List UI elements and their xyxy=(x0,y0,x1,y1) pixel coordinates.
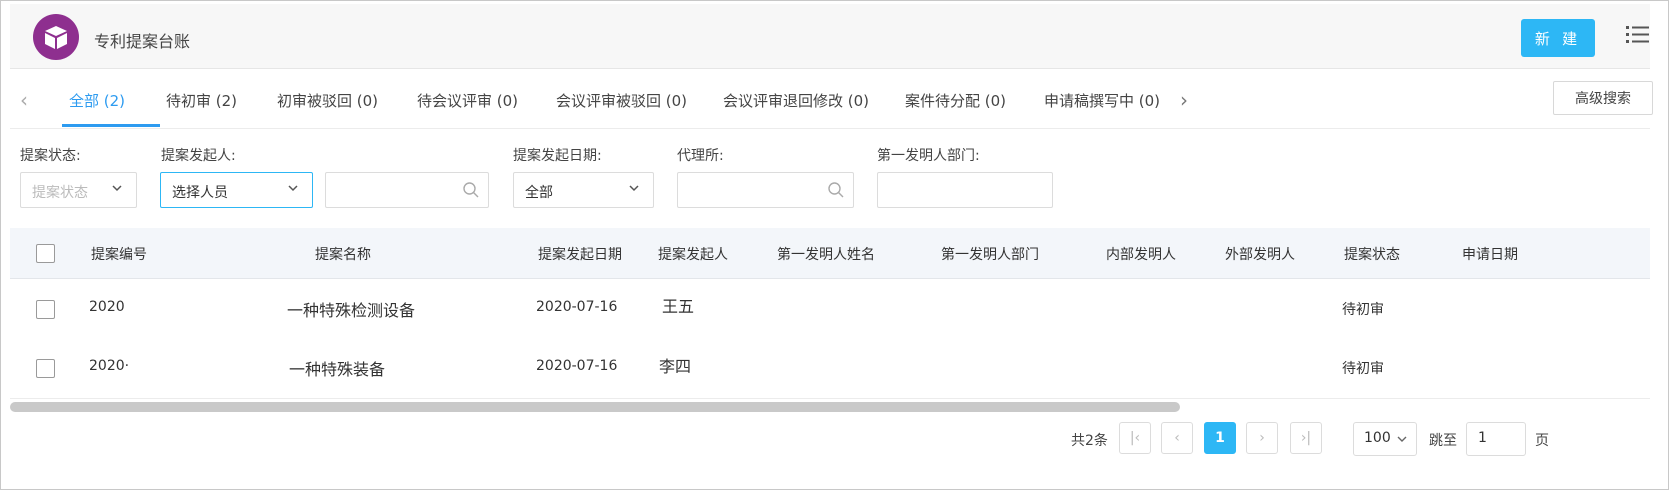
row-checkbox[interactable] xyxy=(36,300,55,319)
initiator-filter-label: 提案发起人: xyxy=(161,148,236,164)
list-menu-icon[interactable] xyxy=(1626,24,1650,46)
total-count: 共2条 xyxy=(1071,433,1108,449)
tab-initial-rejected[interactable]: 初审被驳回 (0) xyxy=(277,90,378,111)
active-tab-indicator xyxy=(62,124,160,127)
tab-pending-meeting-review[interactable]: 待会议评审 (0) xyxy=(417,90,518,111)
cell-status: 待初审 xyxy=(1342,361,1384,377)
initiator-select[interactable]: 选择人员 xyxy=(160,172,313,208)
column-header[interactable]: 第一发明人姓名 xyxy=(777,244,875,264)
search-icon[interactable] xyxy=(462,181,480,199)
column-header[interactable]: 提案发起人 xyxy=(658,244,728,264)
advanced-search-button[interactable]: 高级搜索 xyxy=(1553,81,1653,115)
page-header: 专利提案台账 新 建 xyxy=(10,4,1650,69)
horizontal-scrollbar[interactable] xyxy=(10,402,1180,412)
tab-meeting-rejected[interactable]: 会议评审被驳回 (0) xyxy=(556,90,687,111)
tab-all[interactable]: 全部 (2) xyxy=(69,90,125,111)
column-header[interactable]: 提案编号 xyxy=(91,244,147,264)
column-header[interactable]: 申请日期 xyxy=(1462,244,1518,264)
column-header[interactable]: 提案发起日期 xyxy=(538,244,622,264)
next-page-icon[interactable]: › xyxy=(1246,422,1278,454)
page-size-value: 100 xyxy=(1364,430,1391,446)
date-filter-label: 提案发起日期: xyxy=(513,148,602,164)
search-icon[interactable] xyxy=(827,181,845,199)
page-number-button[interactable]: 1 xyxy=(1204,422,1236,454)
cell-proposal-id: 2020· xyxy=(89,358,130,374)
initiator-search-input[interactable] xyxy=(325,172,489,208)
cell-initiate-date: 2020-07-16 xyxy=(536,299,618,315)
cell-proposal-name[interactable]: 一种特殊检测设备 xyxy=(287,297,415,321)
tab-drafting[interactable]: 申请稿撰写中 (0) xyxy=(1044,90,1160,111)
select-all-checkbox[interactable] xyxy=(36,244,55,263)
row-checkbox[interactable] xyxy=(36,359,55,378)
app-logo-icon xyxy=(33,14,79,60)
status-select-placeholder: 提案状态 xyxy=(32,185,88,201)
column-header[interactable]: 提案状态 xyxy=(1344,244,1400,264)
chevron-down-icon xyxy=(112,185,122,192)
tabs-next-arrow-icon[interactable]: › xyxy=(1180,88,1188,112)
jump-page-input[interactable]: 1 xyxy=(1466,422,1526,456)
dept-filter-label: 第一发明人部门: xyxy=(877,148,980,164)
first-page-icon[interactable]: |‹ xyxy=(1119,422,1151,454)
status-select[interactable]: 提案状态 xyxy=(20,172,137,208)
column-header[interactable]: 第一发明人部门 xyxy=(941,244,1039,264)
column-header[interactable]: 内部发明人 xyxy=(1106,244,1176,264)
tab-pending-initial-review[interactable]: 待初审 (2) xyxy=(166,90,237,111)
date-select-value: 全部 xyxy=(525,185,553,201)
cell-initiate-date: 2020-07-16 xyxy=(536,358,618,374)
tabs-prev-arrow-icon[interactable]: ‹ xyxy=(20,88,28,112)
column-header[interactable]: 提案名称 xyxy=(315,244,371,264)
page-suffix: 页 xyxy=(1535,433,1549,449)
tab-meeting-returned[interactable]: 会议评审退回修改 (0) xyxy=(723,90,869,111)
initiator-select-value: 选择人员 xyxy=(172,185,228,201)
status-filter-label: 提案状态: xyxy=(20,148,81,164)
cell-initiator: 王五 xyxy=(662,297,695,316)
agency-filter-label: 代理所: xyxy=(677,148,724,164)
cell-status: 待初审 xyxy=(1342,302,1384,318)
page-size-select[interactable]: 100 xyxy=(1353,422,1417,456)
chevron-down-icon xyxy=(1397,436,1407,442)
tab-case-pending-assign[interactable]: 案件待分配 (0) xyxy=(905,90,1006,111)
cell-initiator: 李四 xyxy=(659,357,692,376)
jump-page-value: 1 xyxy=(1478,430,1487,446)
column-header[interactable]: 外部发明人 xyxy=(1225,244,1295,264)
table-row[interactable]: 2020· 一种特殊装备 2020-07-16 李四 待初审 xyxy=(10,338,1650,399)
chevron-down-icon xyxy=(288,185,298,192)
dept-input[interactable] xyxy=(877,172,1053,208)
agency-search-input[interactable] xyxy=(677,172,854,208)
chevron-down-icon xyxy=(629,185,639,192)
table-header: 提案编号 提案名称 提案发起日期 提案发起人 第一发明人姓名 第一发明人部门 内… xyxy=(10,228,1650,279)
new-button[interactable]: 新 建 xyxy=(1521,19,1595,57)
page-title: 专利提案台账 xyxy=(94,32,191,51)
jump-label: 跳至 xyxy=(1429,433,1457,449)
prev-page-icon[interactable]: ‹ xyxy=(1161,422,1193,454)
cell-proposal-name[interactable]: 一种特殊装备 xyxy=(289,356,385,380)
table-row[interactable]: 2020 一种特殊检测设备 2020-07-16 王五 待初审 xyxy=(10,279,1650,340)
last-page-icon[interactable]: ›| xyxy=(1290,422,1322,454)
cell-proposal-id: 2020 xyxy=(89,299,125,315)
date-select[interactable]: 全部 xyxy=(513,172,654,208)
status-tabs: ‹ 全部 (2) 待初审 (2) 初审被驳回 (0) 待会议评审 (0) 会议评… xyxy=(10,68,1653,129)
